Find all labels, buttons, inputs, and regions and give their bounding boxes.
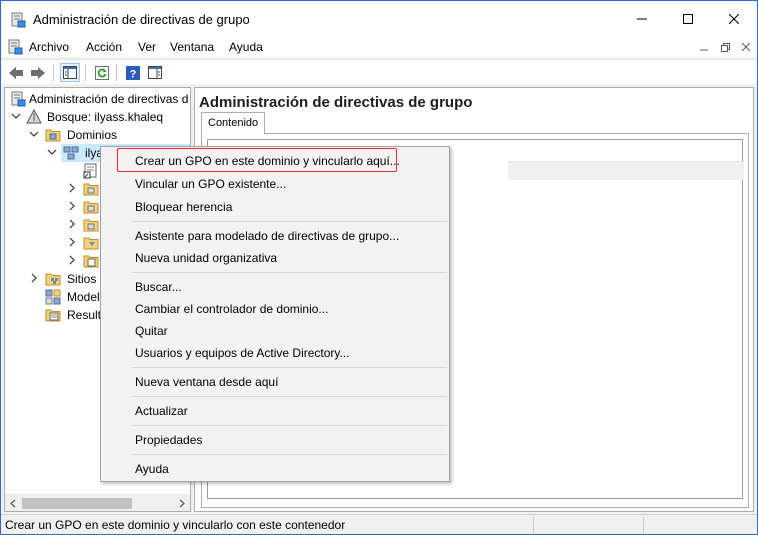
menu-item-refresh[interactable]: Actualizar [135, 404, 188, 418]
close-icon [729, 14, 739, 24]
context-menu: Crear un GPO en este dominio y vincularl… [100, 146, 450, 482]
tree-item-label: Bosque: ilyass.khaleq [47, 110, 164, 124]
menu-item-remove[interactable]: Quitar [135, 324, 168, 338]
menu-accion[interactable]: Acción [86, 40, 122, 54]
menu-item-block-inheritance[interactable]: Bloquear herencia [135, 200, 232, 214]
menu-separator [131, 396, 447, 397]
details-title: Administración de directivas de grupo [199, 94, 473, 111]
title-bar: Administración de directivas de grupo [1, 1, 757, 37]
tree-horizontal-scrollbar[interactable] [5, 494, 190, 511]
folder-icon [45, 127, 61, 143]
sites-folder-icon [45, 271, 61, 287]
tree-item-label: Model [67, 290, 100, 304]
chevron-right-icon[interactable] [67, 237, 77, 247]
menu-item-create-gpo[interactable]: Crear un GPO en este dominio y vincularl… [135, 154, 400, 168]
scrollbar-thumb[interactable] [22, 498, 132, 509]
menu-item-search[interactable]: Buscar... [135, 280, 182, 294]
tree-item-root[interactable]: Administración de directivas d [5, 90, 190, 108]
gpmc-icon [10, 12, 26, 28]
chevron-right-icon[interactable] [29, 273, 39, 283]
modeling-icon [45, 289, 61, 305]
menu-separator [131, 367, 447, 368]
gpmc-icon [10, 91, 26, 107]
menu-separator [131, 272, 447, 273]
ou-folder-icon [83, 199, 99, 215]
menu-archivo[interactable]: Archivo [29, 40, 69, 54]
minimize-button[interactable] [619, 1, 665, 37]
refresh-button[interactable] [92, 63, 112, 82]
action-pane-icon [148, 66, 162, 79]
domain-icon [63, 145, 79, 161]
mdi-minimize-button[interactable] [696, 40, 712, 54]
menu-ver[interactable]: Ver [138, 40, 156, 54]
tree-item-forest[interactable]: Bosque: ilyass.khaleq [5, 108, 190, 126]
forward-button[interactable] [28, 63, 48, 82]
minimize-icon [700, 49, 708, 51]
minimize-icon [637, 18, 647, 20]
forward-arrow-icon [31, 66, 45, 79]
menu-separator [131, 221, 447, 222]
ou-folder-icon [83, 217, 99, 233]
status-text: Crear un GPO en este dominio y vincularl… [5, 518, 346, 532]
close-button[interactable] [711, 1, 757, 37]
show-hide-tree-icon [63, 66, 77, 79]
close-icon [742, 43, 750, 51]
ou-folder-icon [83, 181, 99, 197]
tree-item-label: Sitios [67, 272, 97, 286]
action-pane-button[interactable] [145, 63, 165, 82]
window-title: Administración de directivas de grupo [33, 12, 250, 27]
tree-item-label: Administración de directivas d [29, 92, 189, 106]
tree-item-domains[interactable]: Dominios [5, 126, 190, 144]
menu-item-new-ou[interactable]: Nueva unidad organizativa [135, 251, 277, 265]
tree-item-label: Result [67, 308, 102, 322]
back-button[interactable] [6, 63, 26, 82]
menu-item-new-window[interactable]: Nueva ventana desde aquí [135, 375, 278, 389]
results-icon [45, 307, 61, 323]
console-menu-icon[interactable] [7, 39, 23, 55]
help-button[interactable]: ? [123, 63, 143, 82]
scroll-left-icon[interactable] [9, 499, 17, 508]
starter-gpo-folder-icon [83, 253, 99, 269]
wmi-filter-folder-icon [83, 235, 99, 251]
menu-item-link-gpo[interactable]: Vincular un GPO existente... [135, 177, 286, 191]
tab-contenido[interactable]: Contenido [201, 112, 266, 134]
show-hide-tree-button[interactable] [60, 63, 80, 82]
menu-item-properties[interactable]: Propiedades [135, 433, 202, 447]
gpo-link-icon [83, 163, 99, 179]
help-icon: ? [126, 65, 140, 80]
menu-separator [131, 425, 447, 426]
restore-icon [720, 42, 730, 52]
menu-item-help[interactable]: Ayuda [135, 462, 169, 476]
forest-icon [26, 108, 42, 125]
menu-bar: Archivo Acción Ver Ventana Ayuda [1, 37, 757, 57]
chevron-down-icon[interactable] [29, 129, 39, 139]
chevron-right-icon[interactable] [67, 201, 77, 211]
menu-item-aduc[interactable]: Usuarios y equipos de Active Directory..… [135, 346, 350, 360]
maximize-icon [683, 14, 693, 24]
back-arrow-icon [9, 66, 23, 79]
menu-ventana[interactable]: Ventana [170, 40, 214, 54]
mdi-close-button[interactable] [738, 40, 754, 54]
menu-ayuda[interactable]: Ayuda [229, 40, 263, 54]
list-item[interactable] [508, 162, 744, 180]
menu-item-change-dc[interactable]: Cambiar el controlador de dominio... [135, 302, 328, 316]
refresh-icon [95, 65, 109, 80]
svg-text:?: ? [130, 68, 137, 80]
chevron-right-icon[interactable] [67, 255, 77, 265]
chevron-down-icon[interactable] [11, 111, 21, 121]
menu-separator [131, 454, 447, 455]
menu-item-modeling-wizard[interactable]: Asistente para modelado de directivas de… [135, 229, 399, 243]
status-bar: Crear un GPO en este dominio y vincularl… [1, 514, 757, 534]
toolbar: ? [1, 59, 757, 84]
chevron-down-icon[interactable] [47, 147, 57, 157]
tree-item-label: Dominios [67, 128, 118, 142]
chevron-right-icon[interactable] [67, 183, 77, 193]
mdi-restore-button[interactable] [717, 40, 733, 54]
list-header [508, 140, 744, 162]
maximize-button[interactable] [665, 1, 711, 37]
main-window: Administración de directivas de grupo Ar… [0, 0, 758, 535]
chevron-right-icon[interactable] [67, 219, 77, 229]
scroll-right-icon[interactable] [178, 499, 186, 508]
